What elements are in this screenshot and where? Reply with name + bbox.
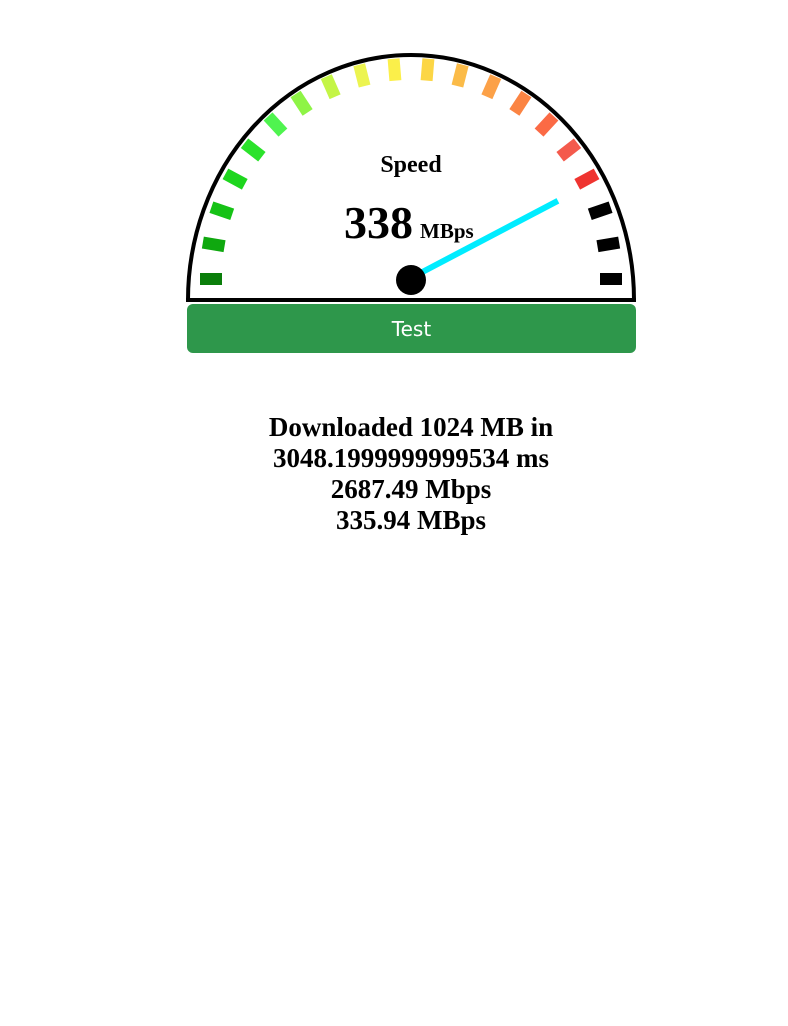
result-duration: 3048.1999999999534 ms	[273, 443, 549, 473]
gauge-tick-6	[290, 90, 313, 116]
gauge-tick-1	[201, 236, 226, 253]
gauge-hub	[396, 265, 426, 295]
gauge-tick-11	[451, 63, 469, 88]
result-downloaded: Downloaded 1024 MB in	[268, 412, 554, 442]
gauge-tick-8	[353, 63, 371, 88]
gauge-tick-18	[596, 236, 621, 253]
gauge-tick-9	[387, 58, 402, 82]
gauge-tick-3	[222, 168, 248, 190]
speed-gauge: Speed 338 MBps	[186, 53, 636, 302]
gauge-title: Speed	[380, 152, 442, 178]
gauge-tick-14	[534, 112, 559, 137]
gauge-tick-5	[263, 112, 288, 137]
gauge-tick-17	[587, 201, 613, 221]
gauge-value: 338	[344, 197, 413, 248]
gauge-unit: MBps	[420, 219, 474, 243]
gauge-tick-13	[509, 90, 532, 116]
gauge-tick-4	[240, 138, 266, 162]
gauge-tick-16	[574, 168, 600, 190]
gauge-tick-7	[320, 74, 341, 100]
result-mbps: 2687.49 Mbps	[330, 474, 492, 504]
gauge-tick-10	[420, 58, 435, 82]
gauge-tick-0	[200, 273, 222, 285]
gauge-tick-2	[209, 201, 235, 221]
result-mbytes-ps: 335.94 MBps	[335, 505, 487, 535]
gauge-tick-12	[481, 74, 502, 100]
gauge-tick-19	[600, 273, 622, 285]
test-button[interactable]: Test	[187, 304, 636, 353]
gauge-tick-15	[556, 138, 582, 162]
results-panel: Downloaded 1024 MB in 3048.1999999999534…	[0, 412, 788, 536]
